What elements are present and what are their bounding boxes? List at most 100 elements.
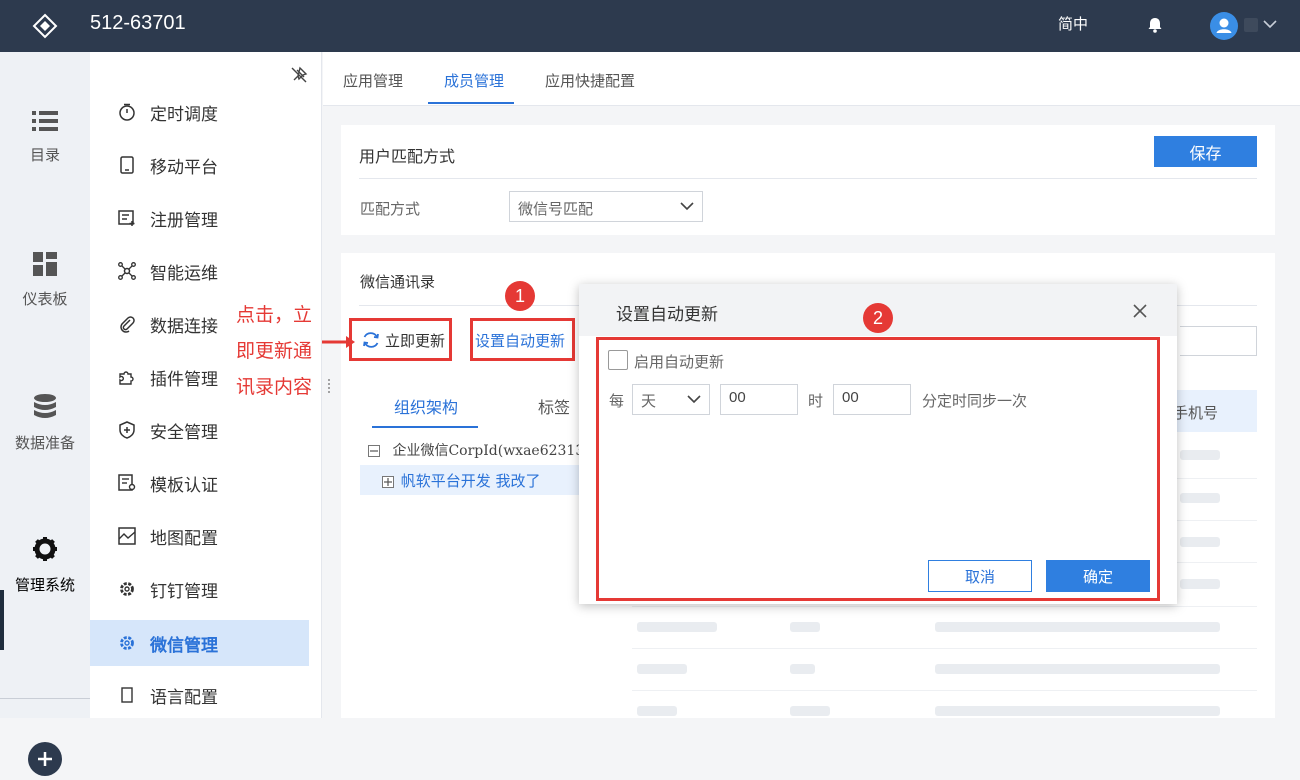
match-method-select[interactable]: 微信号匹配 — [509, 191, 703, 222]
table-cell-redacted — [1180, 493, 1220, 503]
step-marker-1: 1 — [505, 281, 535, 311]
language-switch[interactable]: 简中 — [1058, 13, 1088, 34]
table-row-divider — [632, 648, 1257, 649]
top-bar: 512-63701 简中 — [0, 0, 1300, 52]
active-tab-underline — [372, 426, 478, 428]
gear-icon — [33, 537, 57, 561]
sidebar-item-wechat[interactable]: 微信管理 — [90, 620, 309, 666]
add-button[interactable] — [28, 742, 62, 776]
sidebar-item-label: 语言配置 — [150, 687, 218, 708]
user-match-card — [341, 125, 1275, 235]
table-cell-redacted — [935, 622, 1220, 632]
database-icon — [34, 394, 56, 418]
table-cell-redacted — [790, 706, 830, 716]
username-redacted — [1244, 18, 1258, 32]
table-cell-redacted — [637, 664, 687, 674]
table-row-divider — [632, 690, 1257, 691]
table-cell-redacted — [1180, 450, 1220, 460]
shield-icon — [119, 421, 135, 439]
tree-node-root[interactable]: 企业微信CorpId(wxae62313c — [368, 440, 592, 460]
tab-org-structure[interactable]: 组织架构 — [394, 394, 458, 418]
network-icon — [118, 262, 136, 280]
sidebar-item-ops[interactable]: 智能运维 — [90, 248, 322, 294]
list-icon — [32, 111, 58, 131]
tree-node-label: 企业微信CorpId(wxae62313c — [392, 443, 593, 459]
sidebar-item-schedule[interactable]: 定时调度 — [90, 89, 322, 135]
sidebar-item-label: 智能运维 — [150, 263, 218, 284]
table-cell-redacted — [935, 706, 1220, 716]
sidebar-item-register[interactable]: 注册管理 — [90, 195, 322, 241]
save-button[interactable]: 保存 — [1154, 136, 1257, 167]
chevron-down-icon[interactable] — [1262, 18, 1278, 30]
pin-icon[interactable] — [290, 66, 308, 84]
sidebar-item-mobile[interactable]: 移动平台 — [90, 142, 322, 188]
sidebar-item-label: 模板认证 — [150, 475, 218, 496]
certificate-icon — [118, 474, 136, 491]
dashboard-icon — [33, 252, 57, 276]
dialog-title: 设置自动更新 — [616, 305, 718, 325]
highlight-box — [470, 318, 575, 361]
highlight-box — [349, 318, 452, 361]
table-cell-redacted — [790, 622, 820, 632]
tab-app-shortcut-config[interactable]: 应用快捷配置 — [545, 70, 635, 91]
logo-icon[interactable] — [32, 13, 58, 39]
tab-bar: 应用管理 成员管理 应用快捷配置 — [323, 52, 1300, 106]
sidebar-item-security[interactable]: 安全管理 — [90, 407, 322, 453]
tree-node-child[interactable]: 帆软平台开发 我改了 — [360, 465, 584, 495]
section-title: 用户匹配方式 — [359, 147, 456, 166]
table-cell-redacted — [1180, 579, 1220, 589]
active-indicator — [0, 590, 4, 650]
drag-handle-icon[interactable] — [327, 378, 331, 394]
leftnav-item-catalog[interactable]: 目录 — [0, 110, 90, 165]
collapse-icon[interactable] — [368, 445, 380, 457]
table-cell-redacted — [637, 706, 677, 716]
tab-app-management[interactable]: 应用管理 — [343, 70, 403, 91]
plus-icon — [38, 752, 52, 766]
divider — [0, 698, 90, 699]
language-icon — [121, 687, 133, 703]
annotation-note: 即更新通 — [236, 340, 313, 362]
table-cell-redacted — [790, 664, 815, 674]
tree-node-label: 帆软平台开发 我改了 — [400, 472, 541, 490]
table-cell-redacted — [1180, 537, 1220, 547]
tab-tags[interactable]: 标签 — [538, 394, 570, 418]
avatar[interactable] — [1210, 12, 1238, 40]
puzzle-icon — [119, 371, 134, 385]
annotation-note: 点击，立 — [236, 304, 313, 326]
sidebar-item-dingtalk[interactable]: 钉钉管理 — [90, 566, 322, 612]
sidebar-item-language[interactable]: 语言配置 — [90, 672, 322, 718]
leftnav-label: 目录 — [29, 146, 60, 164]
timer-icon — [119, 103, 135, 121]
app-title: 512-63701 — [90, 12, 186, 34]
search-input[interactable] — [1180, 326, 1257, 356]
annotation-note: 讯录内容 — [236, 376, 313, 398]
leftnav-label: 仪表板 — [22, 290, 68, 308]
arrow-right-icon — [322, 336, 355, 348]
bell-icon[interactable] — [1146, 16, 1164, 34]
map-icon — [118, 527, 136, 545]
sidebar-item-label: 移动平台 — [150, 157, 218, 178]
sidebar-item-map[interactable]: 地图配置 — [90, 513, 322, 559]
sidebar-item-label: 数据连接 — [150, 316, 218, 337]
chevron-down-icon — [680, 202, 694, 211]
divider — [359, 178, 1257, 179]
leftnav-item-data-prep[interactable]: 数据准备 — [0, 394, 90, 453]
table-row-divider — [632, 606, 1257, 607]
sidebar-item-label: 钉钉管理 — [150, 581, 218, 602]
expand-icon[interactable] — [382, 476, 394, 488]
leftnav-label: 管理系统 — [14, 576, 75, 594]
gear-icon — [120, 636, 134, 650]
leftnav-item-dashboard[interactable]: 仪表板 — [0, 252, 90, 309]
left-nav: 目录 仪表板 数据准备 管理系统 — [0, 52, 90, 776]
sidebar-item-template-cert[interactable]: 模板认证 — [90, 460, 322, 506]
leftnav-label: 数据准备 — [14, 434, 75, 452]
match-method-value: 微信号匹配 — [518, 200, 594, 218]
leftnav-item-admin[interactable]: 管理系统 — [0, 536, 90, 595]
gear-icon — [120, 582, 134, 596]
section-title: 微信通讯录 — [360, 273, 436, 291]
tab-member-management[interactable]: 成员管理 — [444, 70, 504, 91]
user-icon — [1216, 18, 1232, 33]
highlight-box — [596, 337, 1160, 601]
close-icon[interactable] — [1131, 302, 1149, 320]
sidebar-item-label: 定时调度 — [150, 104, 218, 125]
